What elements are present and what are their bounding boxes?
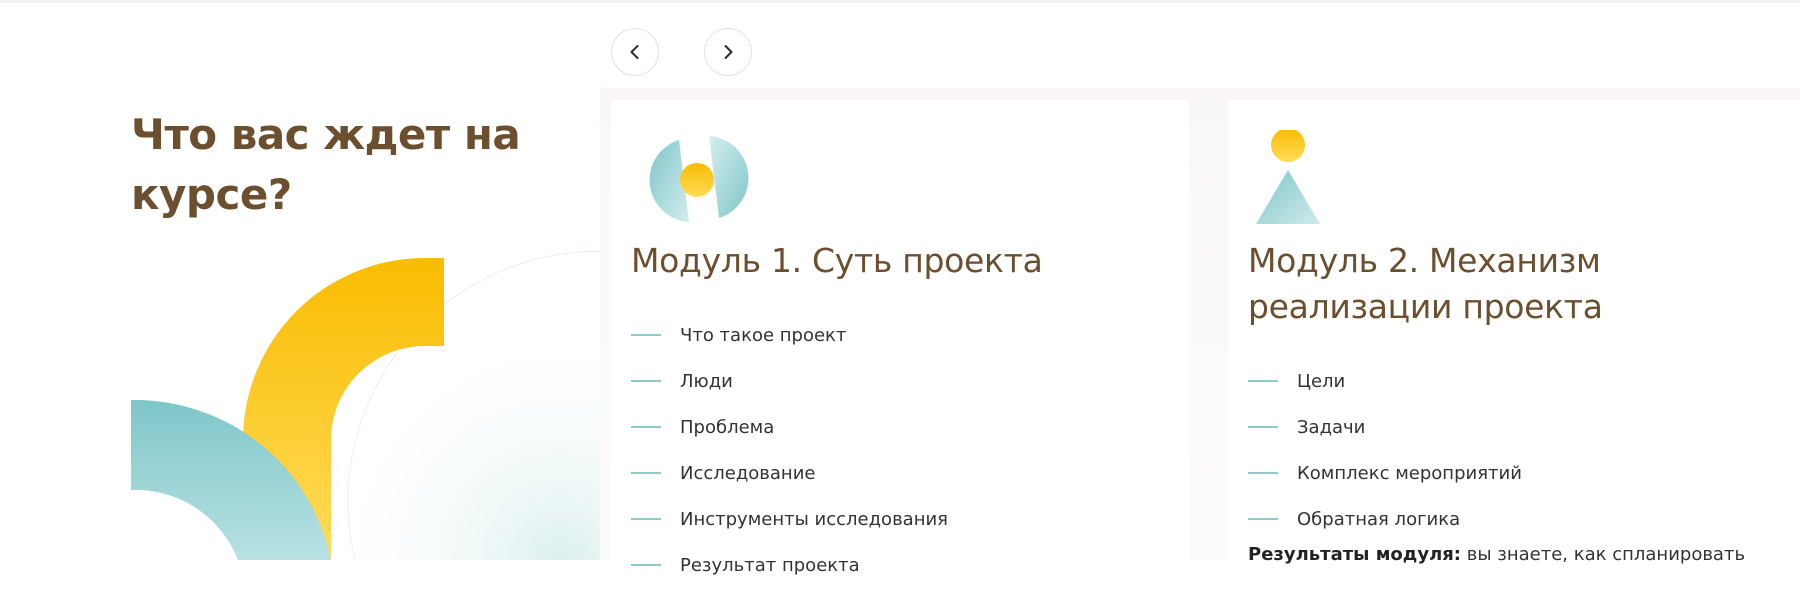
- decorative-shapes: [131, 245, 640, 560]
- module-results: Результаты модуля: вы знаете, как сплани…: [1248, 542, 1788, 568]
- list-item: Комплекс мероприятий: [1248, 461, 1788, 507]
- dash-marker: [631, 380, 661, 382]
- dash-marker: [1248, 426, 1278, 428]
- topic-label: Исследование: [680, 463, 816, 484]
- topic-label: Люди: [680, 371, 733, 392]
- module-card-2[interactable]: Модуль 2. Механизм реализации проекта Це…: [1228, 100, 1800, 570]
- topic-label: Цели: [1297, 371, 1346, 392]
- dash-marker: [631, 518, 661, 520]
- carousel-prev-button[interactable]: [611, 28, 659, 76]
- results-label: Результаты модуля:: [1248, 544, 1462, 565]
- topic-label: Обратная логика: [1297, 509, 1461, 530]
- module-title: Модуль 1. Суть проекта: [631, 241, 1043, 280]
- chevron-right-icon: [724, 45, 733, 59]
- list-item: Люди: [631, 369, 1171, 415]
- list-item: Проблема: [631, 415, 1171, 461]
- list-item: Задачи: [1248, 415, 1788, 461]
- topic-label: Комплекс мероприятий: [1297, 463, 1522, 484]
- module-card-1[interactable]: Модуль 1. Суть проекта Что такое проект …: [611, 100, 1189, 576]
- dash-marker: [1248, 380, 1278, 382]
- chevron-left-icon: [630, 45, 639, 59]
- topic-label: Результат проекта: [680, 555, 860, 576]
- dash-marker: [631, 472, 661, 474]
- dash-marker: [1248, 472, 1278, 474]
- dash-marker: [631, 426, 661, 428]
- list-item: Цели: [1248, 369, 1788, 415]
- list-item: Инструменты исследования: [631, 507, 1171, 553]
- list-item: Исследование: [631, 461, 1171, 507]
- topic-list: Цели Задачи Комплекс мероприятий Обратна…: [1248, 369, 1788, 553]
- dash-marker: [631, 334, 661, 336]
- section-title: Что вас ждет на курсе?: [131, 110, 521, 219]
- topic-label: Инструменты исследования: [680, 509, 948, 530]
- topic-label: Что такое проект: [680, 325, 847, 346]
- list-item: Что такое проект: [631, 323, 1171, 369]
- carousel-next-button[interactable]: [704, 28, 752, 76]
- dash-marker: [1248, 518, 1278, 520]
- topic-label: Проблема: [680, 417, 775, 438]
- topic-list: Что такое проект Люди Проблема Исследова…: [631, 323, 1171, 599]
- results-text: вы знаете, как спланировать: [1461, 544, 1746, 565]
- module-title: Модуль 2. Механизм реализации проекта: [1248, 241, 1603, 326]
- dash-marker: [631, 564, 661, 566]
- split-circle-icon: [649, 136, 749, 222]
- topic-label: Задачи: [1297, 417, 1366, 438]
- circle-triangle-icon: [1256, 130, 1320, 224]
